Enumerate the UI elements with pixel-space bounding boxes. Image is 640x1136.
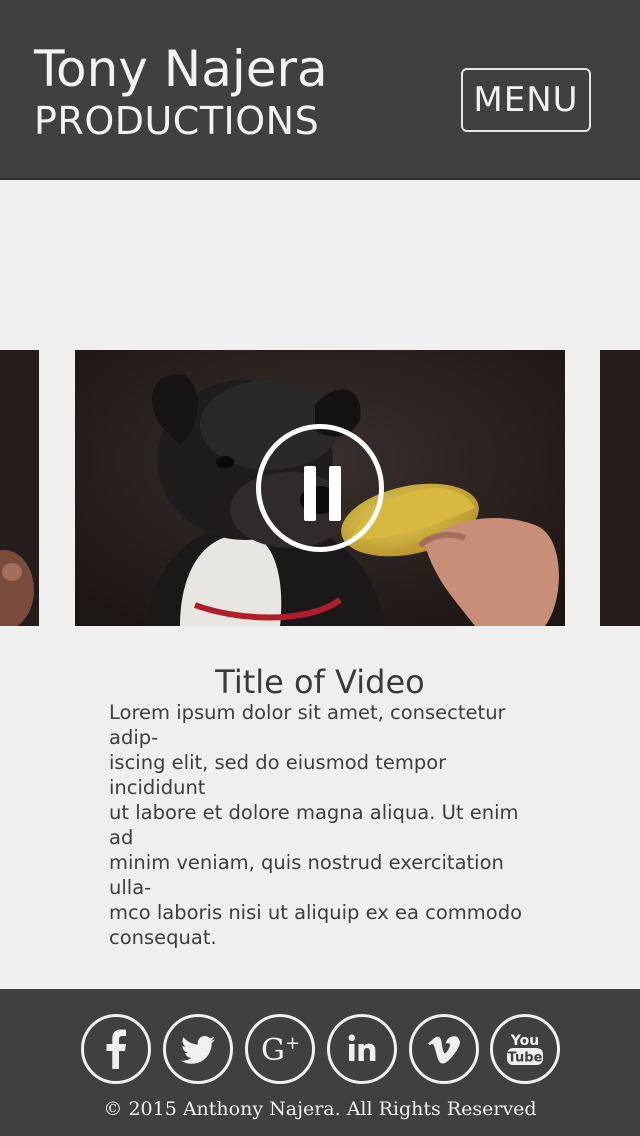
video-player[interactable]: [75, 350, 565, 626]
video-title: Title of Video: [215, 663, 425, 701]
social-links: G + You Tube: [0, 1014, 640, 1084]
google-plus-icon: G +: [261, 1033, 300, 1068]
pause-icon-bar-right: [329, 466, 341, 521]
linkedin-link[interactable]: [327, 1014, 397, 1084]
vimeo-link[interactable]: [409, 1014, 479, 1084]
site-header: Tony Najera PRODUCTIONS MENU: [0, 0, 640, 180]
svg-text:+: +: [285, 1033, 300, 1054]
google-plus-link[interactable]: G +: [245, 1014, 315, 1084]
youtube-icon: You Tube: [507, 1033, 543, 1066]
copyright-text: © 2015 Anthony Najera. All Rights Reserv…: [103, 1098, 537, 1120]
svg-text:G: G: [261, 1033, 285, 1068]
video-description: Lorem ipsum dolor sit amet, consectetur …: [109, 701, 523, 949]
site-footer: G + You Tube © 2015 Anthony Najera. All …: [0, 989, 640, 1136]
twitter-link[interactable]: [163, 1014, 233, 1084]
brand-name[interactable]: Tony Najera: [34, 38, 328, 100]
twitter-icon: [181, 1036, 215, 1064]
linkedin-icon: [348, 1034, 376, 1061]
youtube-link[interactable]: You Tube: [490, 1014, 560, 1084]
facebook-icon: [106, 1029, 126, 1069]
video-carousel[interactable]: [0, 350, 640, 626]
carousel-next-slide[interactable]: [600, 350, 640, 626]
pause-button[interactable]: [256, 424, 384, 552]
brand-subtitle[interactable]: PRODUCTIONS: [34, 98, 319, 144]
youtube-label-bottom: Tube: [508, 1051, 543, 1066]
vimeo-icon: [428, 1036, 460, 1064]
carousel-prev-slide[interactable]: [0, 350, 39, 626]
pause-icon-bar-left: [304, 466, 316, 521]
menu-button[interactable]: MENU: [461, 68, 591, 132]
facebook-link[interactable]: [81, 1014, 151, 1084]
youtube-label-top: You: [510, 1033, 539, 1049]
